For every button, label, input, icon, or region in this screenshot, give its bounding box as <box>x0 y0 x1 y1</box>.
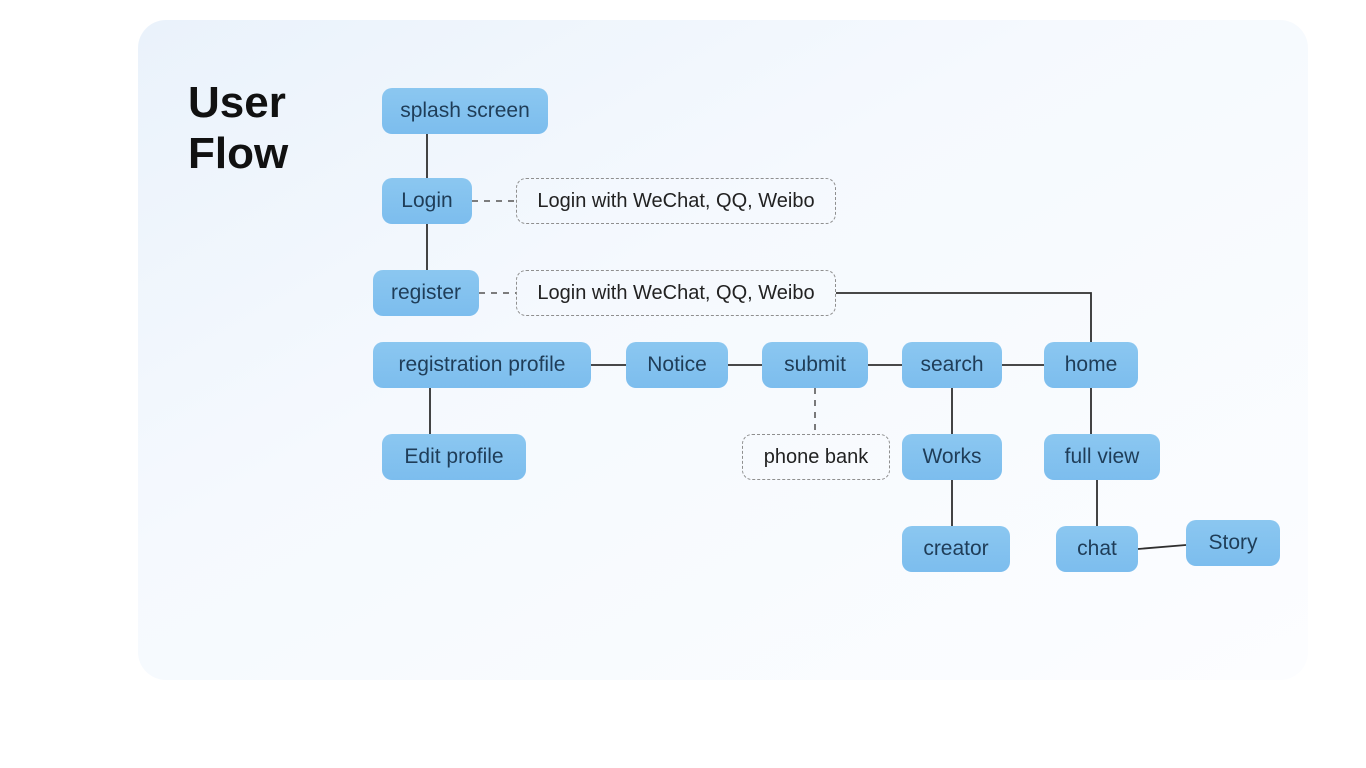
diagram-canvas: UserFlow splash screen Login register re… <box>138 20 1308 680</box>
node-creator: creator <box>902 526 1010 572</box>
note-login: Login with WeChat, QQ, Weibo <box>516 178 836 224</box>
node-story: Story <box>1186 520 1280 566</box>
node-register: register <box>373 270 479 316</box>
node-editprof: Edit profile <box>382 434 526 480</box>
node-regprof: registration profile <box>373 342 591 388</box>
node-notice: Notice <box>626 342 728 388</box>
node-login: Login <box>382 178 472 224</box>
node-splash: splash screen <box>382 88 548 134</box>
node-fullview: full view <box>1044 434 1160 480</box>
title-text: UserFlow <box>188 78 288 178</box>
node-search: search <box>902 342 1002 388</box>
note-register: Login with WeChat, QQ, Weibo <box>516 270 836 316</box>
diagram-title: UserFlow <box>188 78 288 179</box>
node-chat: chat <box>1056 526 1138 572</box>
node-home: home <box>1044 342 1138 388</box>
note-phonebank: phone bank <box>742 434 890 480</box>
node-works: Works <box>902 434 1002 480</box>
node-submit: submit <box>762 342 868 388</box>
